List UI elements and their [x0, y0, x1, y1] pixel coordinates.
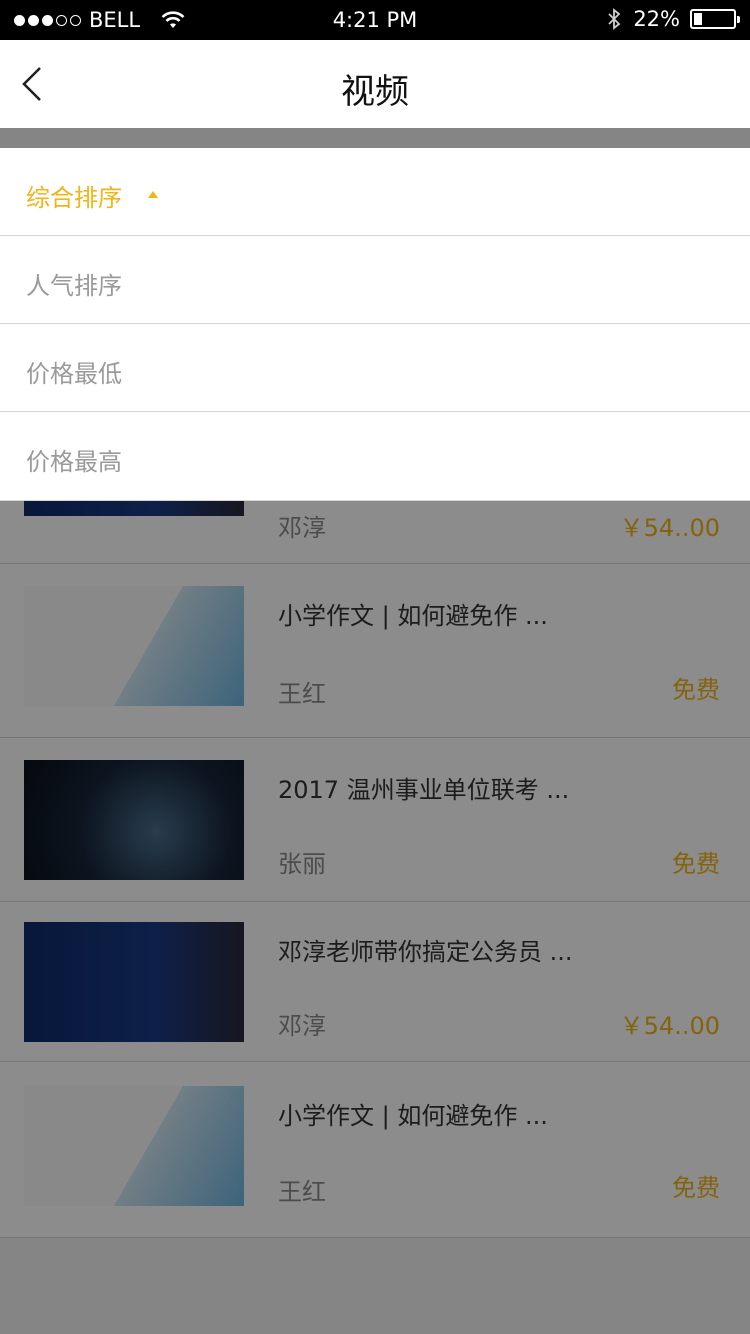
sort-dropdown: 综合排序 人气排序 价格最低 价格最高 — [0, 148, 750, 501]
battery-percent: 22% — [633, 7, 680, 31]
sort-option-label: 人气排序 — [26, 272, 122, 300]
sort-option-label: 综合排序 — [26, 184, 122, 212]
status-bar: BELL 4:21 PM 22% — [0, 0, 750, 40]
status-right: 22% — [605, 7, 740, 31]
nav-bar: 视频 — [0, 40, 750, 128]
sort-option-label: 价格最高 — [26, 448, 122, 476]
sort-option-popularity[interactable]: 人气排序 — [0, 236, 750, 324]
battery-icon — [690, 9, 740, 29]
sort-option-comprehensive[interactable]: 综合排序 — [0, 148, 750, 236]
caret-up-icon — [148, 191, 158, 198]
sort-option-label: 价格最低 — [26, 360, 122, 388]
page-title: 视频 — [341, 72, 409, 112]
sort-option-price-low[interactable]: 价格最低 — [0, 324, 750, 412]
sort-option-price-high[interactable]: 价格最高 — [0, 412, 750, 500]
bluetooth-icon — [608, 8, 621, 30]
